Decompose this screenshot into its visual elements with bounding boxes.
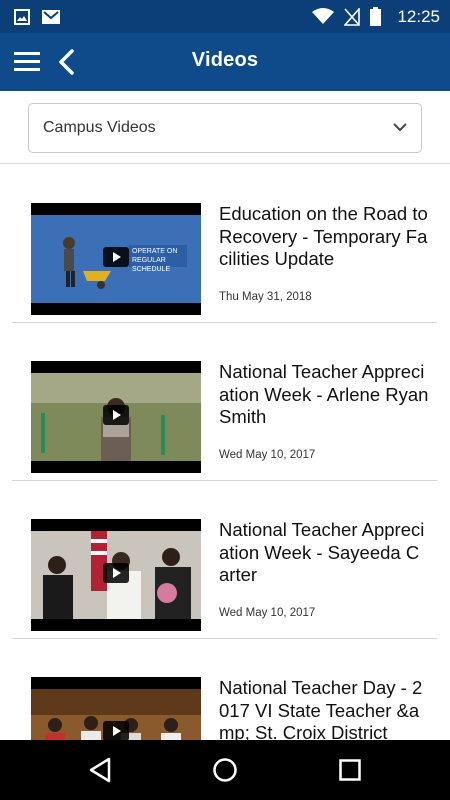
thumb-text-line: SCHEDULE [132,266,170,273]
image-icon [14,8,30,25]
play-icon [103,247,129,267]
video-title: National Teacher Appreciation Week - Arl… [219,361,429,427]
video-list: OPERATE ON REGULAR SCHEDULE Education on… [0,165,450,740]
thumb-text-line: OPERATE ON [132,248,177,255]
play-icon [103,721,129,740]
play-icon [103,405,129,425]
video-title: Education on the Road to Recovery - Temp… [219,203,428,269]
video-list-item[interactable]: National Teacher Appreciation Week - Arl… [12,323,437,481]
status-time: 12:25 [397,6,440,26]
video-date: Wed May 10, 2017 [219,607,316,619]
video-date: Thu May 31, 2018 [219,291,312,303]
dropdown-selected-value: Campus Videos [43,119,156,136]
home-circle-icon[interactable] [212,757,238,783]
video-thumbnail [31,519,201,631]
recents-square-icon[interactable] [338,757,362,783]
status-bar: 12:25 [0,0,450,33]
category-dropdown[interactable]: Campus Videos [28,103,422,153]
page-title: Videos [191,49,259,71]
video-list-item[interactable]: OPERATE ON REGULAR SCHEDULE Education on… [12,165,437,323]
system-nav-bar [0,740,450,800]
thumb-text-line: REGULAR [132,257,166,264]
gmail-icon [42,9,60,24]
no-sim-icon [344,7,361,26]
app-bar: Videos [0,33,450,91]
back-triangle-icon[interactable] [88,757,112,783]
play-icon [103,563,129,583]
video-list-item[interactable]: National Teacher Day - 2017 VI State Tea… [12,639,437,740]
video-thumbnail [31,361,201,473]
battery-icon [370,7,382,26]
filter-area: Campus Videos [0,91,450,164]
video-thumbnail [31,677,201,740]
video-list-item[interactable]: National Teacher Appreciation Week - Say… [12,481,437,639]
wifi-icon [312,8,335,24]
video-title: National Teacher Day - 2017 VI State Tea… [219,677,423,740]
video-title: National Teacher Appreciation Week - Say… [219,519,425,585]
video-thumbnail: OPERATE ON REGULAR SCHEDULE [31,203,201,315]
chevron-down-icon [393,123,407,132]
video-date: Wed May 10, 2017 [219,449,316,461]
